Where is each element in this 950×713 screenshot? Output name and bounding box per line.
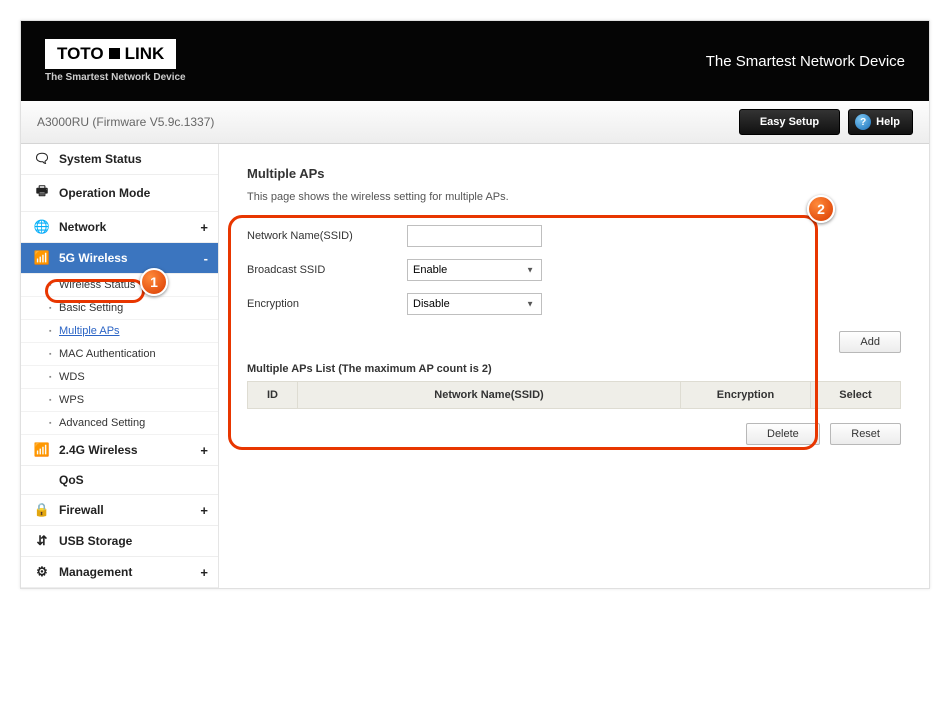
reset-button[interactable]: Reset (830, 423, 901, 445)
logo-text-1: TOTO (57, 44, 104, 63)
delete-button[interactable]: Delete (746, 423, 820, 445)
sidebar-sub-multiple-aps[interactable]: Multiple APs (21, 320, 218, 343)
expand-icon: + (200, 443, 208, 458)
model-label: A3000RU (Firmware V5.9c.1337) (37, 115, 214, 129)
sidebar-item-5g-wireless[interactable]: 📶 5G Wireless - (21, 243, 218, 274)
page-description: This page shows the wireless setting for… (247, 191, 901, 203)
sidebar-item-operation-mode[interactable]: 🖶 Operation Mode (21, 175, 218, 212)
sidebar-sub-label: Advanced Setting (59, 417, 145, 429)
header-tagline: The Smartest Network Device (706, 53, 905, 70)
sidebar-sub-wds[interactable]: WDS (21, 366, 218, 389)
encryption-select[interactable]: Disable (407, 293, 542, 315)
col-select: Select (811, 382, 901, 409)
collapse-icon: - (204, 251, 208, 266)
expand-icon: + (200, 503, 208, 518)
sidebar-sub-label: Basic Setting (59, 302, 123, 314)
sidebar: 🗨 System Status 🖶 Operation Mode 🌐 Netwo… (21, 144, 219, 588)
sidebar-item-label: Network (59, 220, 106, 234)
sidebar-item-label: System Status (59, 152, 142, 166)
list-title: Multiple APs List (The maximum AP count … (247, 363, 901, 375)
sidebar-item-label: 5G Wireless (59, 251, 128, 265)
ssid-label: Network Name(SSID) (247, 230, 407, 242)
sidebar-item-firewall[interactable]: 🔒 Firewall + (21, 495, 218, 526)
sidebar-item-usb-storage[interactable]: ⇵ USB Storage (21, 526, 218, 557)
sidebar-sub-label: MAC Authentication (59, 348, 156, 360)
sidebar-sub-advanced[interactable]: Advanced Setting (21, 412, 218, 435)
network-icon: 🌐 (33, 219, 51, 235)
sidebar-sub-label: Multiple APs (59, 325, 120, 337)
lock-icon: 🔒 (33, 502, 51, 518)
sidebar-item-24g-wireless[interactable]: 📶 2.4G Wireless + (21, 435, 218, 466)
annotation-badge-2: 2 (807, 195, 835, 223)
wifi-icon: 📶 (33, 250, 51, 266)
broadcast-select[interactable]: Enable (407, 259, 542, 281)
col-name: Network Name(SSID) (298, 382, 681, 409)
sidebar-item-system-status[interactable]: 🗨 System Status (21, 144, 218, 175)
annotation-badge-1: 1 (140, 268, 168, 296)
logo-block: TOTO LINK The Smartest Network Device (45, 39, 186, 83)
col-id: ID (248, 382, 298, 409)
sidebar-item-label: Firewall (59, 503, 104, 517)
help-button[interactable]: ? Help (848, 109, 913, 135)
sidebar-sub-basic-setting[interactable]: Basic Setting (21, 297, 218, 320)
sidebar-sub-label: Wireless Status (59, 279, 135, 291)
add-button[interactable]: Add (839, 331, 901, 353)
expand-icon: + (200, 220, 208, 235)
usb-icon: ⇵ (33, 533, 51, 549)
expand-icon: + (200, 565, 208, 580)
header-bar: TOTO LINK The Smartest Network Device The… (21, 21, 929, 101)
sidebar-item-qos[interactable]: QoS (21, 466, 218, 495)
logo: TOTO LINK (45, 39, 176, 69)
sidebar-item-label: USB Storage (59, 534, 132, 548)
operation-icon: 🖶 (33, 182, 51, 204)
ssid-input[interactable] (407, 225, 542, 247)
sidebar-sub-label: WPS (59, 394, 84, 406)
page-title: Multiple APs (247, 166, 901, 181)
col-encryption: Encryption (681, 382, 811, 409)
sidebar-sub-wps[interactable]: WPS (21, 389, 218, 412)
logo-text-2: LINK (125, 44, 165, 63)
subheader-bar: A3000RU (Firmware V5.9c.1337) Easy Setup… (21, 101, 929, 144)
gear-icon: ⚙ (33, 564, 51, 580)
sidebar-item-network[interactable]: 🌐 Network + (21, 212, 218, 243)
wifi-icon: 📶 (33, 442, 51, 458)
sidebar-sub-label: WDS (59, 371, 85, 383)
logo-box-icon (107, 46, 122, 61)
status-icon: 🗨 (33, 151, 51, 167)
sidebar-item-label: Operation Mode (59, 186, 150, 200)
easy-setup-button[interactable]: Easy Setup (739, 109, 840, 135)
ap-list-table: ID Network Name(SSID) Encryption Select (247, 381, 901, 409)
help-icon: ? (855, 114, 871, 130)
sidebar-sub-wireless-status[interactable]: Wireless Status (21, 274, 218, 297)
broadcast-label: Broadcast SSID (247, 264, 407, 276)
sidebar-item-management[interactable]: ⚙ Management + (21, 557, 218, 588)
encryption-label: Encryption (247, 298, 407, 310)
logo-tagline: The Smartest Network Device (45, 72, 186, 83)
sidebar-item-label: Management (59, 565, 132, 579)
help-label: Help (876, 116, 900, 128)
sidebar-item-label: 2.4G Wireless (59, 443, 138, 457)
sidebar-sub-mac-auth[interactable]: MAC Authentication (21, 343, 218, 366)
sidebar-item-label: QoS (59, 473, 84, 487)
